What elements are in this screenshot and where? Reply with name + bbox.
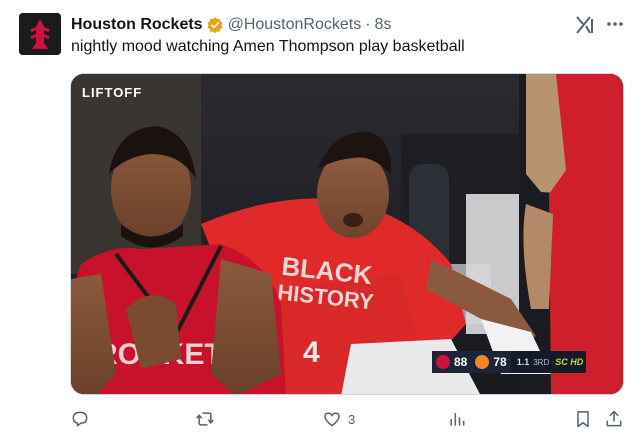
- more-options-icon[interactable]: [605, 14, 625, 34]
- like-button[interactable]: 3: [322, 409, 355, 429]
- period-time: 1.1: [516, 357, 530, 367]
- rockets-logo-icon: [19, 13, 61, 55]
- separator-dot: ·: [365, 16, 371, 33]
- share-icon: [606, 410, 622, 427]
- reply-icon: [72, 411, 88, 427]
- tweet[interactable]: Houston Rockets @HoustonRockets · 8s nig…: [0, 0, 640, 442]
- share-button[interactable]: [604, 409, 624, 429]
- network-logo: SC HD: [555, 357, 584, 367]
- bookmark-button[interactable]: [573, 409, 593, 429]
- display-name[interactable]: Houston Rockets: [71, 16, 203, 34]
- reply-button[interactable]: [70, 409, 90, 429]
- handle[interactable]: @HoustonRockets: [228, 16, 362, 34]
- scorebug-away: 78: [471, 351, 511, 373]
- knicks-mini-logo-icon: [475, 355, 490, 369]
- timestamp[interactable]: 8s: [375, 16, 392, 34]
- tweet-header: Houston Rockets @HoustonRockets · 8s: [71, 14, 391, 36]
- bookmark-icon: [577, 411, 589, 428]
- grok-icon[interactable]: [574, 15, 596, 35]
- scorebug-home: 88: [432, 351, 472, 373]
- rockets-mini-logo-icon: [436, 355, 450, 369]
- like-count: 3: [348, 411, 356, 427]
- tweet-text: nightly mood watching Amen Thompson play…: [71, 38, 465, 55]
- scorebug: 88 78 1.1 3RD SC HD: [432, 351, 586, 373]
- liftoff-watermark: LIFTOFF: [82, 85, 143, 100]
- views-button[interactable]: [447, 409, 467, 429]
- tweet-media[interactable]: BLACK HISTORY 4 ROCKETS LIFTOFF: [70, 73, 624, 395]
- retweet-icon: [196, 412, 214, 426]
- retweet-button[interactable]: [195, 409, 215, 429]
- jersey-number: 4: [303, 336, 320, 369]
- heart-icon: [324, 412, 340, 427]
- verified-badge-icon[interactable]: [206, 16, 224, 34]
- home-score: 88: [454, 355, 468, 369]
- action-bar: 3: [0, 405, 640, 435]
- quarter: 3RD: [533, 357, 550, 367]
- away-score: 78: [493, 355, 507, 369]
- media-scene: BLACK HISTORY 4 ROCKETS: [71, 74, 623, 394]
- views-icon: [450, 413, 465, 426]
- avatar[interactable]: [19, 13, 61, 55]
